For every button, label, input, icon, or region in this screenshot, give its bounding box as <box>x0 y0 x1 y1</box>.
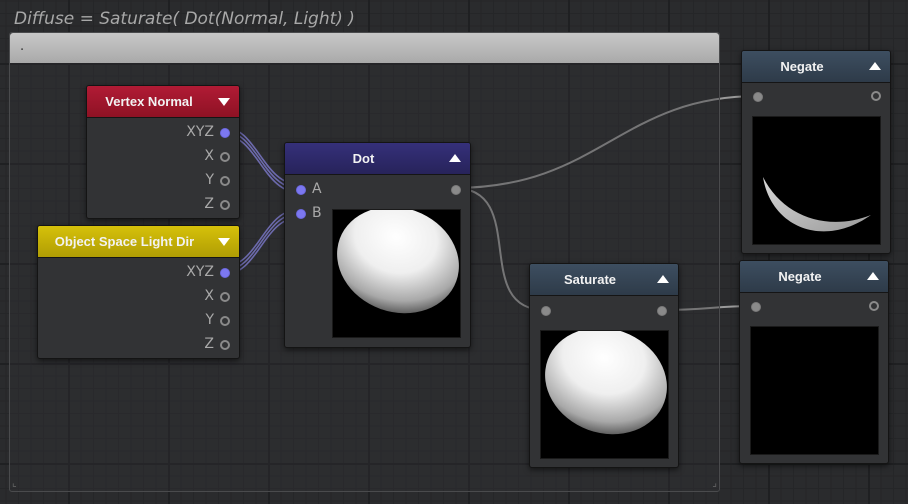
node-header[interactable]: Negate <box>742 51 890 83</box>
collapse-up-icon[interactable] <box>867 272 879 280</box>
port-connector-icon[interactable] <box>296 185 306 195</box>
port-label: XYZ <box>186 124 214 140</box>
node-title: Object Space Light Dir <box>54 234 195 249</box>
collapse-down-icon[interactable] <box>218 98 230 106</box>
port-label: B <box>312 205 322 221</box>
port-label: Y <box>205 172 214 188</box>
output-port-connector-icon[interactable] <box>657 306 667 316</box>
port-label: Z <box>204 196 214 212</box>
preview-image <box>750 326 879 455</box>
resize-corner-icon[interactable]: ⌞ <box>12 478 17 489</box>
port-label: X <box>204 148 214 164</box>
collapse-up-icon[interactable] <box>869 62 881 70</box>
node-header[interactable]: Object Space Light Dir <box>38 226 239 258</box>
node-negate-top[interactable]: Negate <box>741 50 891 254</box>
port-label: A <box>312 181 322 197</box>
node-header[interactable]: Negate <box>740 261 888 293</box>
node-negate-bottom[interactable]: Negate <box>739 260 889 464</box>
port-connector-icon[interactable] <box>220 340 230 350</box>
port-connector-icon[interactable] <box>220 292 230 302</box>
port-connector-icon[interactable] <box>220 200 230 210</box>
sphere-preview-icon <box>337 206 459 314</box>
node-dot[interactable]: Dot A B <box>284 142 471 348</box>
port-label: Y <box>205 312 214 328</box>
input-port-connector-icon[interactable] <box>751 302 761 312</box>
node-saturate[interactable]: Saturate <box>529 263 679 468</box>
input-port-connector-icon[interactable] <box>541 306 551 316</box>
output-port-connector-icon[interactable] <box>451 185 461 195</box>
output-port-y: Y <box>38 312 239 329</box>
node-header[interactable]: Dot <box>285 143 470 175</box>
output-port-x: X <box>38 288 239 305</box>
collapse-up-icon[interactable] <box>449 154 461 162</box>
node-title: Vertex Normal <box>105 94 193 109</box>
port-connector-icon[interactable] <box>220 128 230 138</box>
port-connector-icon[interactable] <box>220 268 230 278</box>
preview-image <box>540 327 669 459</box>
port-connector-icon[interactable] <box>220 176 230 186</box>
port-connector-icon[interactable] <box>296 209 306 219</box>
preview-image <box>752 116 881 245</box>
port-connector-icon[interactable] <box>220 316 230 326</box>
node-title: Negate <box>780 59 824 74</box>
crescent-preview-icon <box>763 177 871 232</box>
sphere-preview-icon <box>545 327 667 435</box>
output-port-y: Y <box>87 172 239 189</box>
graph-title: Diffuse = Saturate( Dot(Normal, Light) ) <box>14 9 355 29</box>
node-title: Dot <box>352 151 375 166</box>
node-header[interactable]: Vertex Normal <box>87 86 239 118</box>
input-port-connector-icon[interactable] <box>753 92 763 102</box>
node-title: Negate <box>778 269 822 284</box>
port-label: X <box>204 288 214 304</box>
collapse-up-icon[interactable] <box>657 275 669 283</box>
node-object-space-light-dir[interactable]: Object Space Light Dir XYZ X Y Z <box>37 225 240 359</box>
comment-bar[interactable]: . <box>10 33 719 63</box>
output-port-xyz: XYZ <box>87 124 239 141</box>
output-port-xyz: XYZ <box>38 264 239 281</box>
comment-text[interactable]: . <box>20 39 24 54</box>
preview-image <box>332 206 461 338</box>
port-label: XYZ <box>186 264 214 280</box>
resize-corner-icon[interactable]: ⌟ <box>712 478 717 489</box>
port-label: Z <box>204 336 214 352</box>
node-vertex-normal[interactable]: Vertex Normal XYZ X Y Z <box>86 85 240 219</box>
output-port-x: X <box>87 148 239 165</box>
output-port-connector-icon[interactable] <box>871 91 881 101</box>
node-header[interactable]: Saturate <box>530 264 678 296</box>
output-port-z: Z <box>38 336 239 353</box>
output-port-z: Z <box>87 196 239 213</box>
input-port-a: A <box>285 181 365 198</box>
port-connector-icon[interactable] <box>220 152 230 162</box>
collapse-down-icon[interactable] <box>218 238 230 246</box>
node-title: Saturate <box>563 272 617 287</box>
output-port-connector-icon[interactable] <box>869 301 879 311</box>
